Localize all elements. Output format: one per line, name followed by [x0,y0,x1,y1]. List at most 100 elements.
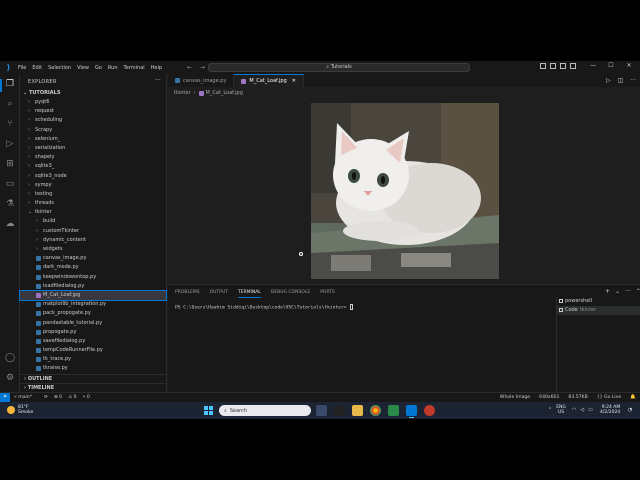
panel-tab-terminal[interactable]: TERMINAL [237,290,261,298]
accounts-icon[interactable]: ◯ [4,352,16,364]
obs-icon[interactable] [424,405,435,416]
status-item[interactable]: 🔔 [630,393,636,402]
folder-item[interactable]: › sqlite3_ [20,162,166,171]
file-explorer-icon[interactable] [352,405,363,416]
branch-status[interactable]: ⑂ main* [14,393,38,402]
more-actions-icon[interactable]: ··· [630,77,636,84]
testing-icon[interactable]: ⚗ [4,198,16,210]
menu-selection[interactable]: Selection [48,65,71,71]
back-arrow-icon[interactable]: ← [187,64,192,71]
status-item[interactable]: {} Go Live [597,393,622,402]
folder-item[interactable]: › build [20,217,166,226]
minimize-icon[interactable]: — [584,62,602,69]
terminal-instance[interactable]: Code tkinter [557,306,640,315]
terminal-dropdown-icon[interactable]: ⌄ [615,288,620,295]
menu-file[interactable]: File [18,65,26,71]
folder-item[interactable]: ⌄ tkinter [20,208,166,217]
task-view-icon[interactable] [316,405,327,416]
maximize-icon[interactable]: ☐ [602,62,620,69]
chrome-icon[interactable] [370,405,381,416]
file-item[interactable]: tk_trace.py [20,355,166,364]
status-item[interactable]: Whole Image [500,393,530,402]
menu-edit[interactable]: Edit [32,65,42,71]
breadcrumb-file[interactable]: M_Cat_Loaf.jpg [206,90,243,96]
manage-gear-icon[interactable]: ⚙ [4,372,16,384]
file-item[interactable]: pandastable_tutorial.py [20,319,166,328]
menu-go[interactable]: Go [95,65,102,71]
more-actions-icon[interactable]: ··· [155,77,161,84]
ports-count[interactable]: ⑂ 0 [83,393,90,402]
warnings-count[interactable]: ⚠ 0 [68,393,77,402]
vscode-taskbar-icon[interactable] [406,405,417,418]
file-item[interactable]: dark_mode.py [20,263,166,272]
file-item[interactable]: tkraise.py [20,364,166,373]
folder-item[interactable]: › request [20,107,166,116]
errors-count[interactable]: ⊗ 0 [54,393,62,402]
menu-run[interactable]: Run [108,65,118,71]
panel-tab-output[interactable]: OUTPUT [210,290,228,298]
workspace-folder[interactable]: ⌄ TUTORIALS [23,90,60,96]
file-item[interactable]: matplotlib_integration.py [20,300,166,309]
folder-item[interactable]: › selenium_ [20,135,166,144]
file-item[interactable]: tempCodeRunnerFile.py [20,346,166,355]
notifications-icon[interactable]: ◔ [628,407,632,413]
battery-icon[interactable]: ▭ [588,407,593,413]
folder-item[interactable]: › threads [20,199,166,208]
status-item[interactable]: 640x601 [539,393,559,402]
chevron-up-icon[interactable]: ⌃ [548,407,552,413]
folder-item[interactable]: › customTkinter [20,227,166,236]
folder-item[interactable]: › dynamic_content [20,236,166,245]
file-item[interactable]: keepwindowontop.py [20,273,166,282]
explorer-icon[interactable]: ❐ [4,78,16,90]
file-item[interactable]: savefiledialog.py [20,337,166,346]
language-indicator[interactable]: ENG US [556,405,566,415]
menu-terminal[interactable]: Terminal [124,65,145,71]
start-button-icon[interactable] [204,406,213,415]
taskbar-search[interactable]: ⌕ Search [219,405,311,416]
status-item[interactable]: 83.57KB [568,393,587,402]
folder-item[interactable]: › pyqt6 [20,98,166,107]
editor-tab[interactable]: M_Cat_Loaf.jpg ✕ [234,74,304,87]
panel-tab-ports[interactable]: PORTS [320,290,335,298]
folder-item[interactable]: › scheduling [20,116,166,125]
file-item[interactable]: propogate.py [20,328,166,337]
toggle-panel-icon[interactable] [550,63,556,69]
run-debug-icon[interactable]: ▷ [4,138,16,150]
split-editor-icon[interactable]: ◫ [618,77,624,84]
file-item[interactable]: pack_propogate.py [20,309,166,318]
menu-help[interactable]: Help [151,65,162,71]
outline-section[interactable]: › OUTLINE [20,374,166,383]
menu-view[interactable]: View [77,65,89,71]
terminal-app-icon[interactable] [334,405,345,416]
search-icon[interactable]: ⌕ [4,98,16,110]
folder-item[interactable]: › serialization [20,144,166,153]
folder-item[interactable]: › widgets [20,245,166,254]
panel-tab-debug-console[interactable]: DEBUG CONSOLE [271,290,310,298]
docker-icon[interactable]: ☁ [4,218,16,230]
sync-icon[interactable]: ⟳ [44,393,48,402]
folder-item[interactable]: › shapely [20,153,166,162]
folder-item[interactable]: › sqlite3_node [20,172,166,181]
panel-tab-problems[interactable]: PROBLEMS [175,290,200,298]
breadcrumb-folder[interactable]: tkinter [174,90,191,96]
folder-item[interactable]: › testing [20,190,166,199]
folder-item[interactable]: › Scrapy [20,126,166,135]
customize-layout-icon[interactable] [570,63,576,69]
extensions-icon[interactable]: ⊞ [4,158,16,170]
remote-indicator-icon[interactable]: ⌗ [0,393,10,402]
new-terminal-icon[interactable]: + [605,288,610,295]
timeline-section[interactable]: › TIMELINE [20,383,166,392]
more-actions-icon[interactable]: ··· [625,288,631,295]
terminal-output[interactable]: PS C:\Users\Haahim Siddiqi\Desktop\code\… [175,304,354,311]
forward-arrow-icon[interactable]: → [200,64,205,71]
wifi-icon[interactable]: ◠ [572,407,576,413]
close-tab-icon[interactable]: ✕ [292,78,296,84]
file-item[interactable]: loadfiledialog.py [20,282,166,291]
toggle-sidebar-icon[interactable] [540,63,546,69]
source-control-icon[interactable]: ⑂ [4,118,16,130]
editor-tab[interactable]: canvas_image.py [168,74,235,87]
command-center-search[interactable]: ⌕ Tutorials [208,63,470,72]
terminal-instance[interactable]: powershell [557,297,640,306]
volume-icon[interactable]: ◁ [580,407,584,413]
run-icon[interactable]: ▷ [606,77,611,84]
